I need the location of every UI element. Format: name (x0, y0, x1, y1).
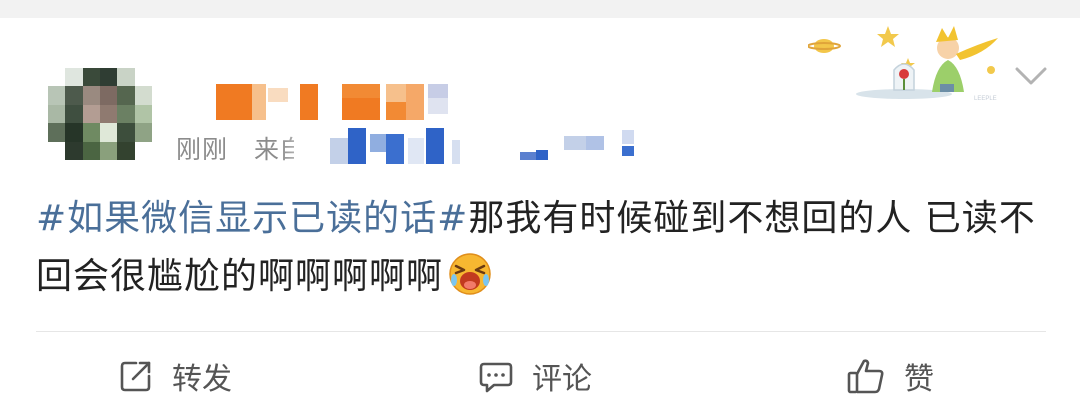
svg-text:LEEPLE: LEEPLE (974, 96, 997, 102)
comment-icon (479, 362, 513, 393)
post-text: #如果微信显示已读的话#那我有时候碰到不想回的人 已读不回会很尴尬的啊啊啊啊啊 (36, 190, 1046, 306)
like-label: 赞 (904, 362, 934, 397)
comment-button[interactable]: 评论 (478, 352, 592, 400)
like-button[interactable]: 赞 (846, 352, 934, 400)
divider (36, 331, 1046, 332)
chevron-down-icon[interactable] (1014, 64, 1048, 88)
post-time: 刚刚 (176, 135, 229, 164)
thumbs-up-icon (847, 359, 884, 394)
user-name-blurred[interactable] (216, 84, 456, 124)
little-prince-decoration: LEEPLE (808, 26, 998, 102)
repost-button[interactable]: 转发 (118, 352, 232, 400)
repost-label: 转发 (172, 362, 232, 397)
avatar[interactable] (48, 68, 152, 160)
hashtag-link[interactable]: #如果微信显示已读的话# (36, 198, 468, 239)
comment-label: 评论 (532, 362, 592, 397)
crying-face-emoji (449, 253, 491, 295)
post-source-blurred[interactable] (330, 128, 650, 168)
repost-icon (120, 361, 151, 392)
